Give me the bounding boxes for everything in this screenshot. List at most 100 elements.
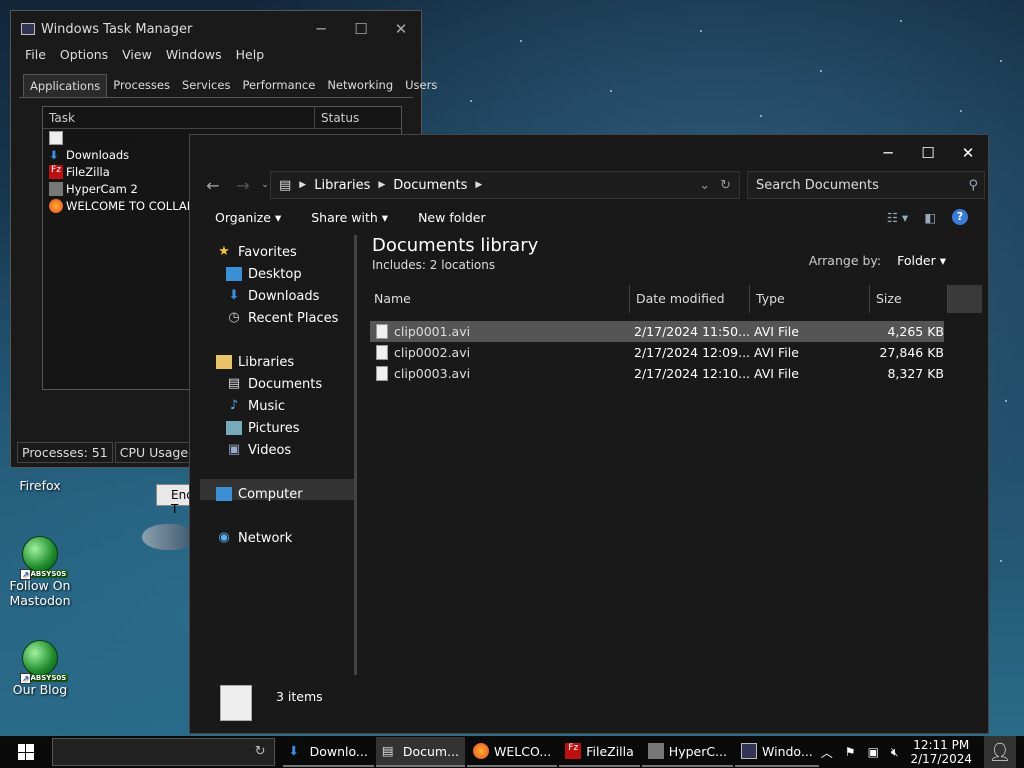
menu-view[interactable]: View	[122, 47, 152, 67]
minimize-button[interactable]: ─	[301, 20, 341, 38]
file-row[interactable]: clip0001.avi 2/17/2024 11:50... AVI File…	[370, 321, 944, 342]
breadcrumb[interactable]: ▤ ▶ Libraries ▶ Documents ▶ ⌄ ↻	[270, 171, 740, 199]
help-icon[interactable]: ?	[952, 209, 968, 225]
user-avatar[interactable]: 👤︎	[984, 736, 1016, 768]
download-arrow-icon: ⬇	[228, 288, 240, 303]
nav-libraries[interactable]: Libraries	[216, 351, 294, 373]
download-arrow-icon: ⬇	[288, 743, 300, 758]
wallpaper-fish	[142, 524, 192, 550]
address-dropdown-icon[interactable]: ⌄	[699, 178, 710, 193]
maximize-button[interactable]: ☐	[341, 20, 381, 38]
libraries-icon	[216, 355, 232, 369]
nav-music[interactable]: ♪ Music	[226, 395, 285, 417]
taskbar-button-downloads[interactable]: ⬇ Downlo...	[282, 737, 374, 767]
taskbar-button-hypercam[interactable]: HyperC...	[641, 737, 734, 767]
nav-computer[interactable]: Computer	[216, 483, 303, 505]
menu-help[interactable]: Help	[236, 47, 265, 67]
library-icon: ▤	[279, 177, 292, 193]
clock[interactable]: 12:11 PM 2/17/2024	[910, 738, 972, 766]
tab-users[interactable]: Users	[399, 74, 443, 97]
start-button[interactable]	[0, 736, 52, 768]
tab-processes[interactable]: Processes	[107, 74, 176, 97]
nav-favorites[interactable]: ★ Favorites	[216, 241, 297, 263]
system-tray: ︿ ⚑ ▣ 🔇︎ 12:11 PM 2/17/2024 👤︎	[821, 736, 1024, 768]
task-label: Downloads	[66, 147, 130, 162]
nav-recent-places[interactable]: ◷ Recent Places	[226, 307, 338, 329]
arrange-by-dropdown[interactable]: Folder ▾	[897, 253, 946, 268]
firefox-icon	[473, 743, 490, 759]
taskbar-button-task-manager[interactable]: Windo...	[735, 737, 819, 767]
minimize-button[interactable]: ─	[868, 135, 908, 171]
column-name[interactable]: Name	[372, 285, 630, 313]
maximize-button[interactable]: ☐	[908, 135, 948, 171]
documents-icon: ▤	[381, 743, 394, 758]
desktop-icon-mastodon[interactable]: LABSYS0S ↗ Follow On Mastodon	[0, 536, 80, 608]
file-row[interactable]: clip0003.avi 2/17/2024 12:10... AVI File…	[370, 363, 944, 384]
refresh-icon[interactable]: ↻	[720, 178, 731, 193]
explorer-titlebar[interactable]: ─ ☐ ✕	[190, 135, 988, 171]
desktop-icon-blog[interactable]: LABSYS0S ↗ Our Blog	[0, 640, 80, 697]
nav-network[interactable]: ◉ Network	[216, 527, 292, 549]
search-placeholder: Search Documents	[756, 177, 879, 193]
network-icon: ◉	[218, 530, 230, 545]
breadcrumb-documents[interactable]: Documents	[393, 178, 467, 193]
arrange-by: Arrange by: Folder ▾	[808, 253, 946, 268]
windows-logo-icon	[17, 744, 34, 760]
volume-muted-icon[interactable]: 🔇︎	[891, 745, 899, 760]
orb-icon: LABSYS0S ↗	[20, 536, 69, 580]
nav-videos[interactable]: ▣ Videos	[226, 439, 291, 461]
view-options-icon[interactable]: ☷ ▾	[887, 210, 908, 225]
taskbar: ↻ ⬇ Downlo... ▤ Docum... WELCO... Fz Fil…	[0, 736, 1024, 768]
new-folder-button[interactable]: New folder	[418, 210, 486, 225]
task-manager-titlebar[interactable]: Windows Task Manager ─ ☐ ✕	[11, 11, 421, 47]
network-icon[interactable]: ▣	[868, 745, 879, 759]
menu-file[interactable]: File	[25, 47, 46, 67]
column-type[interactable]: Type	[750, 285, 870, 313]
flag-icon[interactable]: ⚑	[845, 745, 856, 759]
taskbar-button-firefox[interactable]: WELCO...	[467, 737, 558, 767]
navigation-scrollbar[interactable]	[354, 235, 357, 675]
column-date-modified[interactable]: Date modified	[630, 285, 750, 313]
tab-applications[interactable]: Applications	[23, 74, 108, 97]
music-icon: ♪	[229, 398, 239, 413]
desktop-icon-firefox[interactable]: Firefox	[0, 478, 80, 493]
navigation-pane: ★ Favorites Desktop ⬇ Downloads ◷ Recent…	[190, 239, 356, 679]
column-size[interactable]: Size	[870, 285, 948, 313]
column-status[interactable]: Status	[315, 107, 365, 128]
file-list-pane: Documents library Includes: 2 locations …	[370, 235, 982, 381]
tab-performance[interactable]: Performance	[236, 74, 321, 97]
tab-services[interactable]: Services	[176, 74, 237, 97]
menu-options[interactable]: Options	[60, 47, 108, 67]
menu-windows[interactable]: Windows	[166, 47, 222, 67]
nav-documents[interactable]: ▤ Documents	[226, 373, 322, 395]
command-bar: Organize ▾ Share with ▾ New folder ☷ ▾ ◧…	[190, 205, 988, 229]
taskbar-search-input[interactable]: ↻	[51, 738, 275, 766]
tab-networking[interactable]: Networking	[321, 74, 399, 97]
preview-pane-icon[interactable]: ◧	[924, 210, 936, 225]
shortcut-arrow-icon: ↗	[20, 673, 31, 684]
refresh-icon[interactable]: ↻	[255, 744, 266, 759]
breadcrumb-libraries[interactable]: Libraries	[314, 178, 370, 193]
chevron-up-icon[interactable]: ︿	[821, 744, 833, 761]
share-with-button[interactable]: Share with ▾	[311, 210, 388, 225]
nav-pictures[interactable]: Pictures	[226, 417, 299, 439]
column-extra[interactable]	[948, 285, 982, 313]
orb-icon: LABSYS0S ↗	[20, 640, 69, 684]
nav-desktop[interactable]: Desktop	[226, 263, 302, 285]
forward-arrow-icon[interactable]: →	[228, 176, 258, 195]
column-task[interactable]: Task	[43, 107, 315, 128]
firefox-icon	[49, 198, 63, 213]
nav-downloads[interactable]: ⬇ Downloads	[226, 285, 320, 307]
search-icon[interactable]: ⚲	[968, 178, 978, 193]
document-icon	[49, 130, 63, 145]
chevron-right-icon: ▶	[378, 180, 386, 190]
search-input[interactable]: Search Documents ⚲	[747, 171, 985, 199]
file-row[interactable]: clip0002.avi 2/17/2024 12:09... AVI File…	[370, 342, 944, 363]
taskbar-button-documents[interactable]: ▤ Docum...	[375, 737, 466, 767]
column-headers: Name Date modified Type Size	[372, 285, 982, 313]
organize-button[interactable]: Organize ▾	[215, 210, 281, 225]
close-button[interactable]: ✕	[381, 20, 421, 38]
close-button[interactable]: ✕	[948, 135, 988, 171]
back-arrow-icon[interactable]: ←	[198, 176, 228, 195]
taskbar-button-filezilla[interactable]: Fz FileZilla	[559, 737, 640, 767]
